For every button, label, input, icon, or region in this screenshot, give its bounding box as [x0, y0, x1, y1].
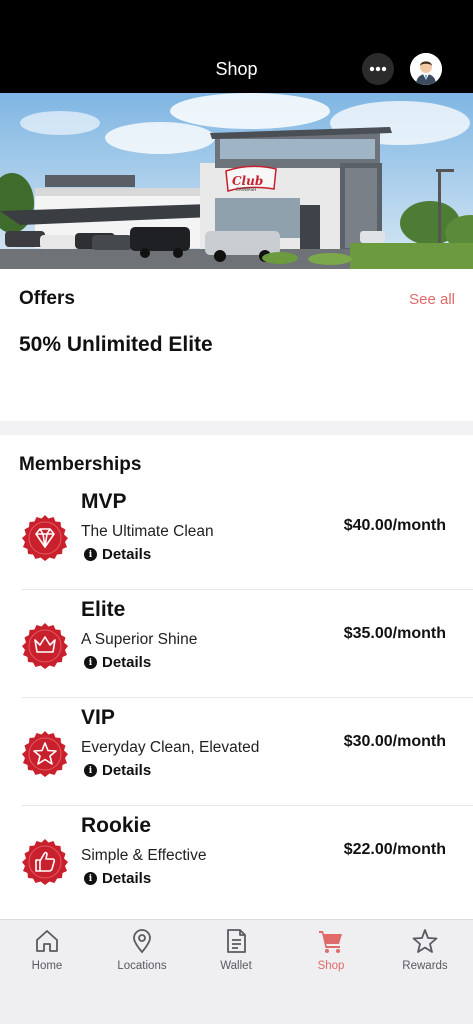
page-title: Shop: [215, 59, 258, 79]
details-link[interactable]: i Details: [84, 654, 151, 671]
offer-item[interactable]: 50% Unlimited Elite: [19, 332, 213, 358]
tab-shop[interactable]: Shop: [284, 928, 378, 972]
star-outline-icon: [412, 929, 438, 953]
hero-sign-subtext: CARWASH: [236, 187, 256, 192]
user-avatar-icon: [410, 53, 442, 85]
cart-icon: [319, 931, 342, 953]
more-options-button[interactable]: [362, 53, 394, 85]
offers-title: Offers: [19, 288, 75, 309]
membership-price: $40.00/month: [343, 517, 446, 534]
membership-name: MVP: [81, 490, 127, 513]
tab-locations[interactable]: Locations: [95, 928, 189, 972]
membership-price: $22.00/month: [343, 841, 446, 858]
tab-label: Wallet: [220, 960, 252, 972]
badge-background: [22, 839, 68, 885]
membership-row-vip[interactable]: VIP Everyday Clean, Elevated i Details $…: [0, 698, 473, 806]
membership-price: $30.00/month: [343, 733, 446, 750]
tab-label: Home: [31, 960, 63, 972]
membership-name: Rookie: [81, 814, 152, 837]
membership-row-mvp[interactable]: MVP The Ultimate Clean i Details $40.00/…: [0, 482, 473, 590]
details-label: Details: [102, 654, 152, 671]
memberships-section: Memberships MVP The Ultimate Clean i Det…: [0, 435, 473, 919]
details-link[interactable]: i Details: [84, 546, 151, 563]
tab-label: Shop: [317, 960, 345, 972]
details-label: Details: [102, 762, 152, 779]
tab-home[interactable]: Home: [0, 928, 94, 972]
membership-description: The Ultimate Clean: [81, 523, 214, 540]
hero-sign-text: Club: [232, 174, 263, 188]
bottom-tab-bar: Home Locations Wallet Shop Rewards: [0, 919, 473, 1024]
offers-section: Offers See all 50% Unlimited Elite: [0, 269, 473, 421]
user-avatar-button[interactable]: [410, 53, 442, 85]
info-icon: i: [84, 764, 97, 777]
tab-label: Rewards: [402, 960, 448, 972]
membership-row-elite[interactable]: Elite A Superior Shine i Details $35.00/…: [0, 590, 473, 698]
details-label: Details: [102, 546, 152, 563]
more-horizontal-icon: [369, 66, 387, 72]
membership-name: Elite: [81, 598, 126, 621]
details-link[interactable]: i Details: [84, 762, 151, 779]
tab-label: Locations: [117, 960, 167, 972]
membership-description: Simple & Effective: [81, 847, 207, 864]
details-label: Details: [102, 870, 152, 887]
hero-banner-image: Club CARWASH: [0, 93, 473, 269]
badge-background: [22, 731, 68, 777]
badge-background: [22, 623, 68, 669]
tab-wallet[interactable]: Wallet: [189, 928, 283, 972]
info-icon: i: [84, 872, 97, 885]
tab-rewards[interactable]: Rewards: [378, 928, 472, 972]
see-all-link[interactable]: See all: [409, 291, 455, 308]
membership-price: $35.00/month: [343, 625, 446, 642]
home-icon: [36, 930, 58, 952]
memberships-title: Memberships: [19, 454, 142, 475]
membership-description: Everyday Clean, Elevated: [81, 739, 260, 756]
details-link[interactable]: i Details: [84, 870, 151, 887]
badge-background: [22, 515, 68, 561]
top-bar: Shop: [0, 0, 473, 93]
map-pin-icon: [133, 929, 151, 954]
membership-row-rookie[interactable]: Rookie Simple & Effective i Details $22.…: [0, 806, 473, 914]
membership-name: VIP: [81, 706, 115, 729]
car-wash-building-illustration: Club CARWASH: [0, 93, 473, 269]
document-icon: [227, 929, 246, 953]
membership-description: A Superior Shine: [81, 631, 198, 648]
info-icon: i: [84, 656, 97, 669]
info-icon: i: [84, 548, 97, 561]
